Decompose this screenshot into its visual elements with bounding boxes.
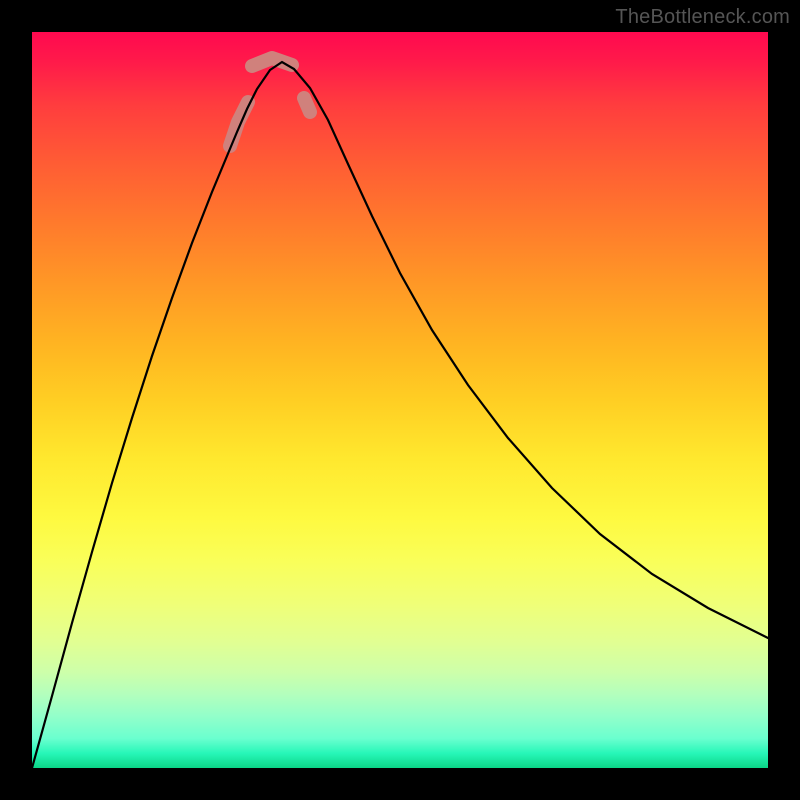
curve-svg bbox=[32, 32, 768, 768]
bottleneck-curve bbox=[32, 62, 768, 768]
watermark-text: TheBottleneck.com bbox=[615, 6, 790, 29]
chart-frame: TheBottleneck.com bbox=[0, 0, 800, 800]
plot-area bbox=[32, 32, 768, 768]
